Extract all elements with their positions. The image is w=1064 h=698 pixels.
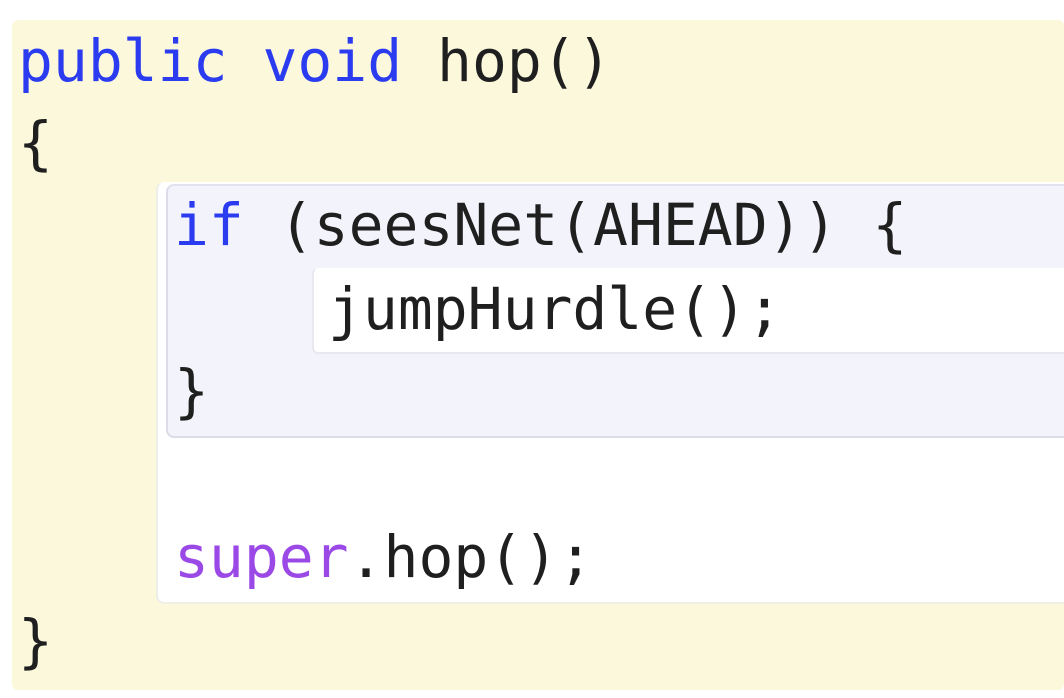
close-brace-line[interactable]: } — [18, 612, 53, 670]
keyword-public: public — [18, 27, 228, 95]
super-call-line[interactable]: super.hop(); — [174, 528, 593, 586]
jump-hurdle-call-line[interactable]: jumpHurdle(); — [328, 280, 782, 338]
if-close-brace-line[interactable]: } — [174, 362, 209, 420]
if-statement-line[interactable]: if (seesNet(AHEAD)) { — [174, 196, 907, 254]
keyword-void: void — [262, 27, 403, 95]
if-condition: (seesNet(AHEAD)) { — [278, 191, 908, 259]
open-brace-line[interactable]: { — [18, 114, 53, 172]
method-signature-line[interactable]: public void hop() — [18, 32, 612, 90]
super-call: .hop(); — [348, 523, 594, 591]
method-name: hop() — [437, 27, 612, 95]
keyword-super: super — [174, 523, 349, 591]
keyword-if: if — [174, 191, 244, 259]
